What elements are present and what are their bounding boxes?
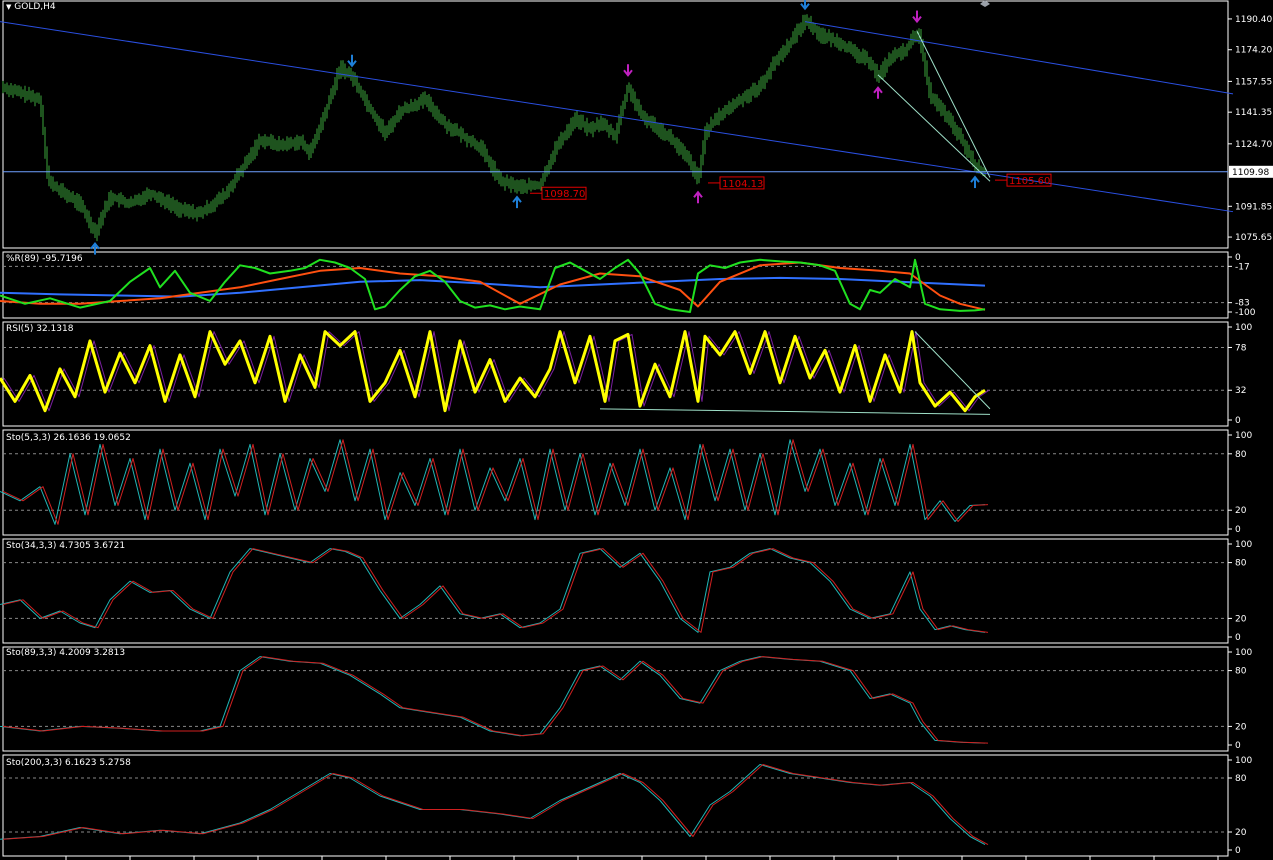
sto-3-tick-label: 100 [1235,431,1252,441]
sto-signal-line [2,764,989,846]
sto-34-title: Sto(34,3,3) 4.7305 3.6721 [6,541,126,551]
rsi-tick-label: 0 [1235,416,1241,426]
symbol-title: ▼ GOLD,H4 [6,2,56,12]
pane-frame-1 [2,251,1229,319]
rsi-shadow-line [3,331,990,412]
sto-main-line [0,764,986,846]
sto-4-tick-label: 20 [1235,614,1247,624]
sto-3-tick-label: 80 [1235,450,1247,460]
price-tick-label: 1124.70 [1235,140,1272,150]
rsi-trendline [599,408,991,415]
current-price-label: 1109.98 [1232,168,1269,178]
williams-r-title: %R(89) -95.7196 [6,254,83,264]
sto-5-tick-label: 100 [1235,648,1252,658]
price-tick-label: 1091.85 [1235,202,1272,212]
rsi-tick-label: 78 [1235,343,1247,353]
sto-3-tick-label: 20 [1235,506,1247,516]
chart-canvas[interactable]: 1190.40 1174.20 1157.55 1141.35 1124.70 1091.… [0,0,1273,860]
price-tick-label: 1190.40 [1235,15,1272,25]
wr-tick-label: -17 [1235,262,1250,272]
sto-200-title: Sto(200,3,3) 6.1623 5.2758 [6,758,131,768]
sto-6-tick-label: 100 [1235,756,1252,766]
sto-5-title: Sto(5,3,3) 26.1636 19.0652 [6,433,131,443]
pane-frame-6 [2,754,1229,857]
sto-5-tick-label: 0 [1235,741,1241,751]
sto-3-tick-label: 0 [1235,525,1241,535]
rsi-main-line [0,330,986,413]
sto-4-tick-label: 80 [1235,559,1247,569]
price-tick-label: 1141.35 [1235,108,1272,118]
sto-4-tick-label: 100 [1235,540,1252,550]
sto-89-title: Sto(89,3,3) 4.2009 3.2813 [6,648,126,658]
price-tick-label: 1157.55 [1235,77,1272,87]
sto-signal-line [2,548,989,633]
pane-frame-4 [2,538,1229,644]
sto-main-line [0,439,986,525]
sto-signal-line [2,656,989,744]
rsi-tick-label: 100 [1235,323,1252,333]
trendline [916,30,991,178]
sto-4-tick-label: 0 [1235,633,1241,643]
sto-5-tick-label: 80 [1235,667,1247,677]
price-label: 1104.13 [722,179,763,190]
wr-tick-label: -100 [1235,308,1256,318]
symbol-title-text: GOLD,H4 [14,2,56,12]
price-tick-label: 1174.20 [1235,46,1272,56]
price-label: 1105.60 [1009,176,1050,187]
sto-6-tick-label: 20 [1235,828,1247,838]
price-label: 1098.70 [544,189,585,200]
sto-5-tick-label: 20 [1235,722,1247,732]
price-tick-label: 1075.65 [1235,233,1272,243]
wr-ma-line [0,276,986,298]
sto-main-line [0,548,986,633]
sto-signal-line [2,439,989,525]
sto-6-tick-label: 80 [1235,774,1247,784]
title-dropdown-icon[interactable]: ▼ [6,3,11,11]
rsi-title: RSI(5) 32.1318 [6,324,74,334]
rsi-tick-label: 32 [1235,386,1246,396]
sto-6-tick-label: 0 [1235,846,1241,856]
pane-frame-5 [2,646,1229,752]
